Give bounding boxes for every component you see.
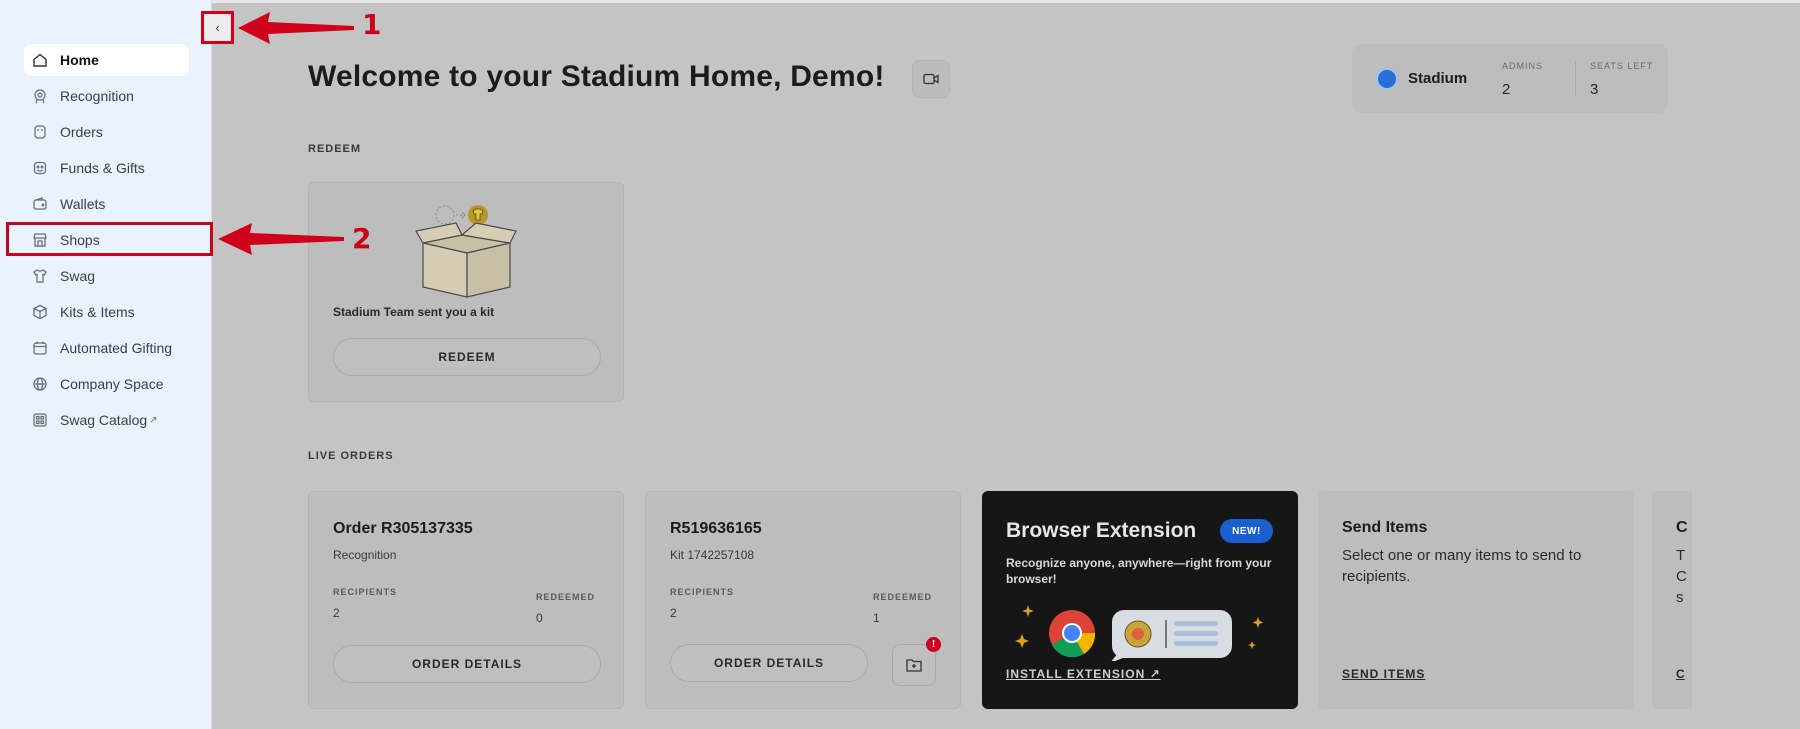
sidebar-item-wallets[interactable]: Wallets — [24, 188, 189, 220]
recipients-label: RECIPIENTS — [333, 587, 398, 597]
browser-extension-card: Browser Extension NEW! Recognize anyone,… — [982, 491, 1298, 709]
stat-divider — [1575, 62, 1576, 96]
sidebar-item-home[interactable]: Home — [24, 44, 189, 76]
account-name: Stadium — [1408, 70, 1468, 87]
sidebar: Home Recognition Orders Funds & Gifts Wa… — [0, 0, 213, 729]
sidebar-item-label: Orders — [60, 124, 103, 140]
box-icon — [32, 304, 48, 320]
partial-card-link[interactable]: C — [1676, 667, 1685, 681]
redeemed-value: 0 — [536, 611, 543, 625]
order-title: Order R305137335 — [333, 520, 473, 537]
kit-box-illustration — [415, 205, 517, 298]
sidebar-item-funds-gifts[interactable]: Funds & Gifts — [24, 152, 189, 184]
sidebar-item-automated-gifting[interactable]: Automated Gifting — [24, 332, 189, 364]
shirt-icon — [32, 268, 48, 284]
send-items-link[interactable]: SEND ITEMS — [1342, 667, 1425, 681]
sidebar-item-company-space[interactable]: Company Space — [24, 368, 189, 400]
sidebar-item-shops[interactable]: Shops — [24, 224, 189, 256]
order-title: R519636165 — [670, 520, 762, 537]
partial-card-description: T C s — [1676, 547, 1687, 606]
sidebar-item-recognition[interactable]: Recognition — [24, 80, 189, 112]
partial-card-title: C — [1676, 519, 1688, 536]
sidebar-item-label: Kits & Items — [60, 304, 135, 320]
extension-title: Browser Extension — [1006, 519, 1197, 542]
sidebar-item-orders[interactable]: Orders — [24, 116, 189, 148]
sidebar-item-label: Shops — [60, 232, 100, 248]
top-strip — [212, 0, 1800, 3]
gift-icon — [32, 160, 48, 176]
admins-value: 2 — [1502, 81, 1511, 98]
send-items-description: Select one or many items to send to reci… — [1342, 547, 1582, 585]
wallet-icon — [32, 196, 48, 212]
admins-label: ADMINS — [1502, 61, 1544, 71]
sidebar-item-label: Wallets — [60, 196, 106, 212]
order-subtitle: Recognition — [333, 548, 397, 562]
calendar-icon — [32, 340, 48, 356]
install-extension-link[interactable]: INSTALL EXTENSION ↗ — [1006, 667, 1161, 681]
order-card: Order R305137335 Recognition RECIPIENTS … — [308, 491, 624, 709]
redeem-button[interactable]: REDEEM — [333, 338, 601, 376]
partial-card: C T C s C — [1652, 491, 1692, 709]
sidebar-nav: Home Recognition Orders Funds & Gifts Wa… — [24, 44, 189, 440]
recipients-value: 2 — [333, 606, 340, 620]
redeem-card: Stadium Team sent you a kit REDEEM — [308, 182, 624, 402]
seats-left-value: 3 — [1590, 81, 1599, 98]
sidebar-item-label: Swag — [60, 268, 96, 284]
sidebar-item-label: Company Space — [60, 376, 164, 392]
account-summary-card: Stadium ADMINS 2 SEATS LEFT 3 — [1352, 44, 1668, 113]
award-icon — [32, 88, 48, 104]
redeem-section-label: REDEEM — [308, 143, 362, 155]
seats-left-label: SEATS LEFT — [1590, 61, 1654, 71]
sidebar-item-kits-items[interactable]: Kits & Items — [24, 296, 189, 328]
catalog-icon — [32, 412, 48, 428]
sidebar-item-swag-catalog[interactable]: Swag Catalog ↗ — [24, 404, 189, 436]
globe-icon — [32, 376, 48, 392]
sidebar-item-label: Home — [60, 52, 99, 68]
folder-plus-icon — [906, 659, 922, 672]
order-subtitle: Kit 1742257108 — [670, 548, 755, 562]
stadium-logo-icon — [1376, 68, 1398, 90]
redeemed-label: REDEEMED — [873, 592, 933, 602]
redeemed-label: REDEEMED — [536, 592, 596, 602]
page-title: Welcome to your Stadium Home, Demo! — [308, 60, 885, 93]
send-items-card: Send Items Select one or many items to s… — [1318, 491, 1634, 709]
new-badge: NEW! — [1220, 519, 1273, 543]
sidebar-item-label: Automated Gifting — [60, 340, 173, 356]
sidebar-item-label: Funds & Gifts — [60, 160, 145, 176]
order-details-button[interactable]: ORDER DETAILS — [670, 644, 868, 682]
external-link-icon: ↗ — [149, 414, 158, 426]
recipients-label: RECIPIENTS — [670, 587, 735, 597]
home-icon — [32, 52, 48, 68]
annotation-number-2: 2 — [352, 222, 372, 255]
order-details-button[interactable]: ORDER DETAILS — [333, 645, 601, 683]
extension-illustration — [1015, 605, 1264, 661]
annotation-number-1: 1 — [362, 8, 382, 41]
sidebar-item-label: Recognition — [60, 88, 134, 104]
sidebar-item-swag[interactable]: Swag — [24, 260, 189, 292]
store-icon — [32, 232, 48, 248]
receipt-icon — [32, 124, 48, 140]
alert-badge: ! — [926, 637, 941, 652]
sidebar-item-label: Swag Catalog — [60, 412, 148, 428]
video-camera-icon — [923, 73, 939, 85]
video-button[interactable] — [912, 60, 950, 98]
extension-description: Recognize anyone, anywhere—right from yo… — [1006, 556, 1272, 586]
send-items-title: Send Items — [1342, 519, 1428, 536]
live-orders-section-label: LIVE ORDERS — [308, 450, 394, 462]
kit-message: Stadium Team sent you a kit — [333, 305, 495, 319]
redeemed-value: 1 — [873, 611, 880, 625]
recipients-value: 2 — [670, 606, 677, 620]
main-content: Welcome to your Stadium Home, Demo! Stad… — [212, 0, 1800, 729]
order-card: R519636165 Kit 1742257108 RECIPIENTS 2 R… — [645, 491, 961, 709]
